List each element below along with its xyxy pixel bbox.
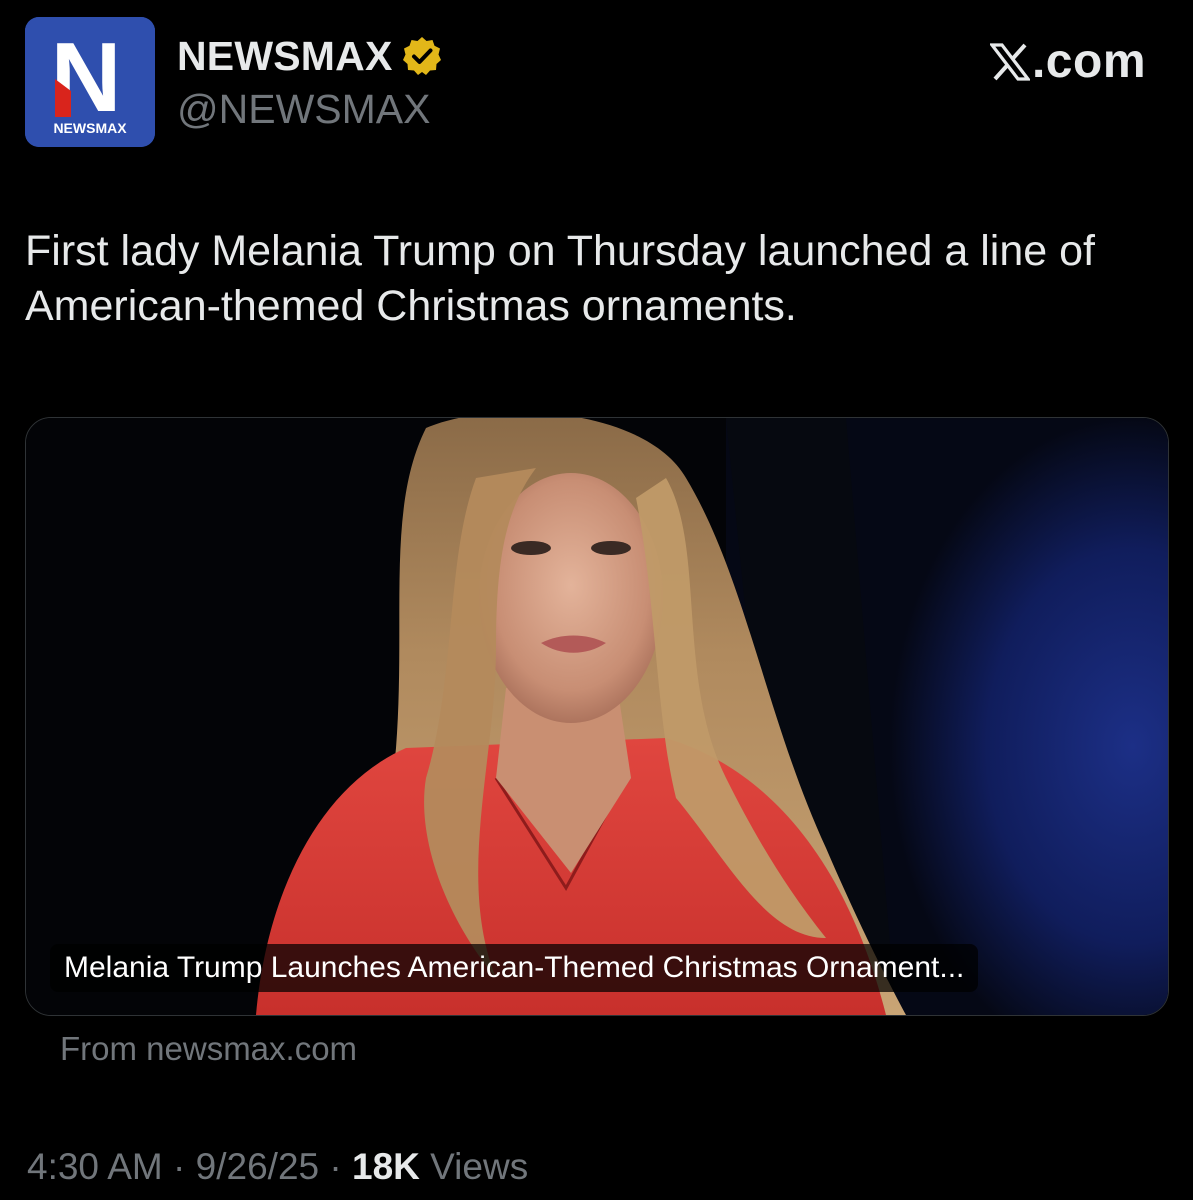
card-photo — [26, 418, 1168, 1015]
author-name-row: NEWSMAX — [177, 30, 443, 82]
brand-label: .com — [1031, 35, 1146, 88]
author-handle[interactable]: @NEWSMAX — [177, 86, 430, 133]
x-com-brand: .com — [989, 34, 1146, 89]
meta-separator: · — [162, 1146, 196, 1187]
tweet-date[interactable]: 9/26/25 — [196, 1146, 319, 1187]
card-domain[interactable]: From newsmax.com — [60, 1030, 357, 1068]
x-logo-icon — [989, 42, 1030, 81]
verified-badge-icon[interactable] — [401, 35, 443, 77]
tweet-meta: 4:30 AM · 9/26/25 · 18K Views — [27, 1146, 528, 1188]
link-card[interactable]: Melania Trump Launches American-Themed C… — [25, 417, 1169, 1016]
author-display-name[interactable]: NEWSMAX — [177, 33, 393, 80]
card-title: Melania Trump Launches American-Themed C… — [50, 944, 979, 992]
tweet-text: First lady Melania Trump on Thursday lau… — [25, 227, 1095, 330]
avatar-label: NEWSMAX — [53, 120, 127, 136]
views-count: 18K — [352, 1146, 420, 1187]
meta-separator: · — [319, 1146, 352, 1187]
newsmax-logo-icon: N NEWSMAX — [25, 17, 155, 147]
views-label: Views — [419, 1146, 529, 1187]
avatar[interactable]: N NEWSMAX — [25, 17, 155, 147]
tweet-time[interactable]: 4:30 AM — [27, 1146, 163, 1187]
